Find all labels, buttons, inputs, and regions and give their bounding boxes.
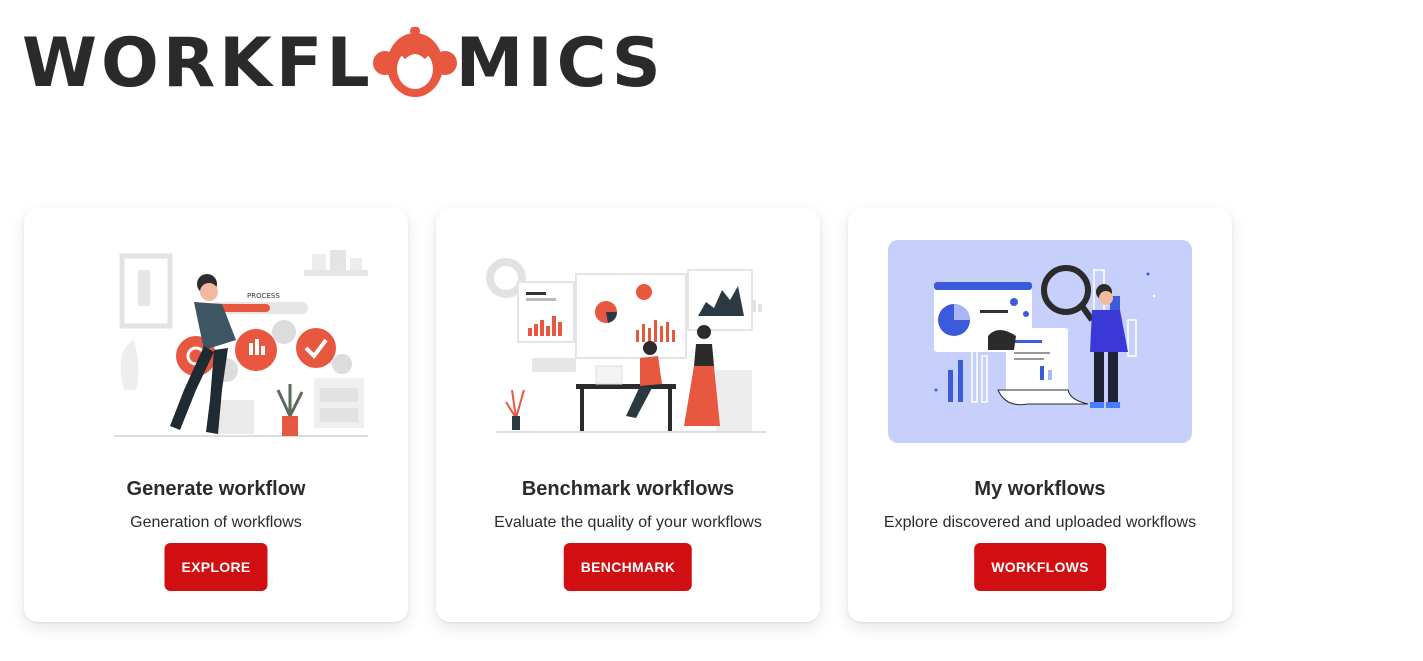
card-title: My workflows [974, 478, 1106, 500]
card-title: Benchmark workflows [521, 478, 735, 500]
feature-cards: PROCESS Generate workflow Generation of … [24, 208, 1232, 622]
card-benchmark-workflows: Benchmark workflows Evaluate the quality… [436, 208, 820, 622]
logo-text-right: MICS [455, 24, 665, 103]
monkey-face-logo-icon [372, 27, 457, 97]
card-title: Generate workflow [126, 478, 306, 500]
workflows-button[interactable]: WORKFLOWS [974, 543, 1106, 591]
benchmark-button[interactable]: BENCHMARK [563, 543, 693, 591]
card-generate-workflow: PROCESS Generate workflow Generation of … [24, 208, 408, 622]
magnifier-analysis-illustration [888, 240, 1192, 443]
charts-presentation-illustration [486, 258, 766, 433]
card-my-workflows: My workflows Explore discovered and uplo… [848, 208, 1232, 622]
process-gears-illustration: PROCESS [114, 250, 368, 437]
logo-text-left: WORKFL [22, 24, 374, 103]
card-description: Generation of workflows [130, 514, 302, 531]
process-label: PROCESS [247, 292, 280, 300]
workflomics-logo[interactable]: WORKFL MICS [22, 24, 665, 104]
card-description: Explore discovered and uploaded workflow… [883, 514, 1197, 531]
explore-button[interactable]: EXPLORE [164, 543, 268, 591]
card-description: Evaluate the quality of your workflows [494, 514, 762, 531]
